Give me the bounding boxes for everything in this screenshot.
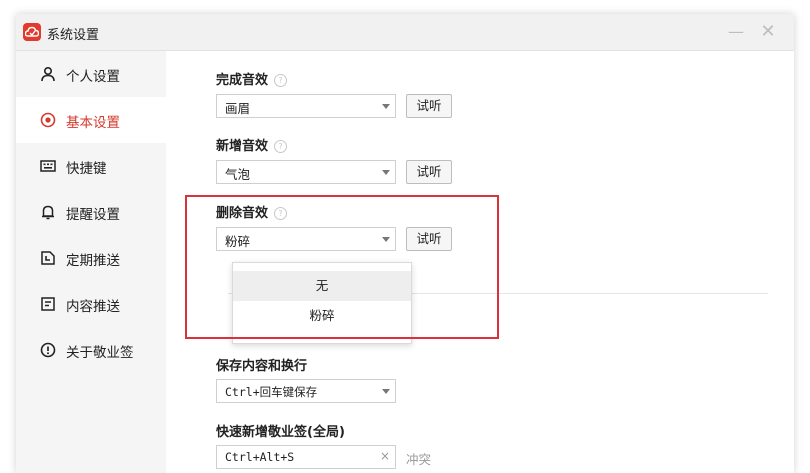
new-sound-preview-button[interactable]: 试听 (406, 160, 452, 184)
help-icon[interactable]: ? (274, 74, 288, 87)
complete-sound-label: 完成音效? (216, 69, 288, 88)
title-bar[interactable]: 系统设置 — ✕ (16, 14, 794, 51)
complete-sound-select[interactable]: 画眉 (216, 94, 396, 118)
sidebar-item-label: 关于敬业签 (66, 345, 134, 361)
help-icon[interactable]: ? (274, 140, 288, 153)
info-icon (40, 342, 56, 358)
complete-sound-preview-button[interactable]: 试听 (406, 94, 452, 118)
annotation-highlight-box (185, 195, 499, 339)
sidebar-item-shortcuts[interactable]: 快捷键 (16, 143, 166, 189)
chevron-down-icon (382, 170, 390, 175)
chevron-down-icon (382, 104, 390, 109)
sidebar-item-label: 定期推送 (66, 253, 120, 269)
new-sound-label-text: 新增音效 (216, 139, 269, 154)
new-sound-select[interactable]: 气泡 (216, 160, 396, 184)
save-content-select[interactable]: Ctrl+回车键保存 (216, 379, 396, 403)
person-icon (41, 66, 55, 82)
sidebar-item-personal[interactable]: 个人设置 (16, 51, 166, 97)
complete-sound-value: 画眉 (225, 101, 251, 116)
sidebar: 个人设置 基本设置 快捷键 提醒设置 定期推送 内容推送 关于敬业签 (16, 51, 166, 473)
minimize-button[interactable]: — (726, 22, 746, 42)
sidebar-item-label: 内容推送 (66, 299, 120, 315)
new-sound-value: 气泡 (225, 167, 251, 182)
chevron-down-icon (382, 389, 390, 394)
new-sound-label: 新增音效? (216, 135, 288, 154)
window-title: 系统设置 (47, 28, 100, 43)
sidebar-item-content-push[interactable]: 内容推送 (16, 281, 166, 327)
bell-icon (42, 205, 54, 220)
sidebar-item-scheduled-push[interactable]: 定期推送 (16, 235, 166, 281)
quick-add-hotkey-value: Ctrl+Alt+S (225, 450, 295, 464)
keyboard-icon (40, 160, 56, 172)
complete-sound-label-text: 完成音效 (216, 73, 269, 88)
sidebar-item-basic[interactable]: 基本设置 (16, 97, 166, 143)
sidebar-item-label: 提醒设置 (66, 207, 120, 223)
calendar-icon (41, 251, 55, 265)
target-icon (40, 112, 56, 128)
quick-add-hotkey-input[interactable]: Ctrl+Alt+S × (216, 445, 396, 469)
hotkey-conflict-status: 冲突 (406, 452, 432, 467)
close-button[interactable]: ✕ (758, 22, 778, 42)
save-content-value: Ctrl+回车键保存 (225, 385, 318, 399)
clear-icon[interactable]: × (380, 449, 390, 463)
sidebar-item-label: 个人设置 (66, 69, 120, 85)
sidebar-item-label: 快捷键 (66, 161, 107, 177)
save-content-label: 保存内容和换行 (216, 359, 308, 374)
quick-add-label: 快速新增敬业签(全局) (216, 425, 345, 440)
sidebar-item-reminders[interactable]: 提醒设置 (16, 189, 166, 235)
sidebar-item-label: 基本设置 (66, 115, 120, 131)
document-icon (41, 297, 55, 311)
sidebar-item-about[interactable]: 关于敬业签 (16, 327, 166, 373)
app-logo-icon (23, 23, 41, 41)
